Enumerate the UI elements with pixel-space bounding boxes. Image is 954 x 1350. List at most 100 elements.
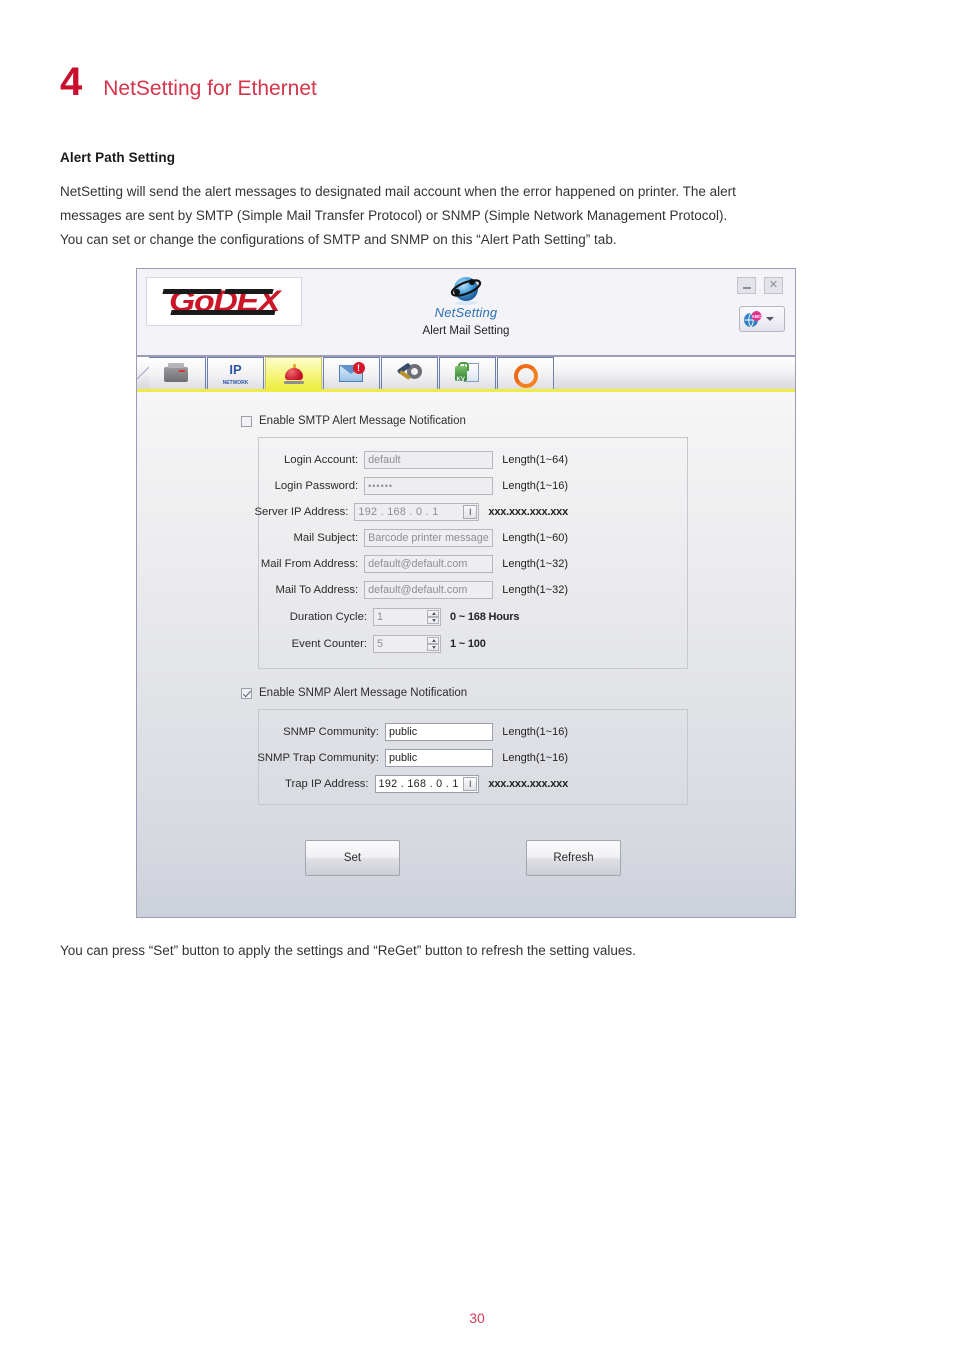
- trap-ip-input[interactable]: 192 . 168 . 0 . 1 I: [374, 774, 480, 793]
- duration-cycle-input[interactable]: 1: [373, 607, 441, 626]
- chapter-title: NetSetting for Ethernet: [103, 77, 317, 100]
- enable-snmp-checkbox[interactable]: [241, 687, 252, 699]
- godex-logo: GoDEX: [146, 277, 302, 326]
- chapter-heading: 4 NetSetting for Ethernet: [60, 62, 317, 102]
- alert-path-settings-pane: Enable SMTP Alert Message Notification L…: [137, 392, 795, 917]
- field-row-snmp-community: SNMP Community: public Length(1~16): [138, 722, 568, 741]
- tabs-row: IP NETWORK ! KV: [149, 357, 555, 389]
- event-counter-input[interactable]: 5: [373, 634, 441, 653]
- minimize-button[interactable]: [737, 277, 756, 294]
- key-icon-label: KV: [456, 376, 465, 383]
- login-password-input[interactable]: ••••••: [364, 476, 494, 495]
- tab-firmware-download[interactable]: [497, 357, 554, 389]
- snmp-trap-community-input[interactable]: public: [384, 748, 494, 767]
- mail-subject-label: Mail Subject:: [293, 531, 359, 544]
- brand-subtitle: Alert Mail Setting: [422, 325, 510, 337]
- login-account-label: Login Account:: [284, 453, 359, 466]
- field-row-login-account: Login Account: default Length(1~64): [138, 450, 568, 469]
- field-row-mail-to: Mail To Address: default@default.com Len…: [138, 580, 568, 599]
- ip-network-icon: IP NETWORK: [223, 361, 249, 386]
- mail-alert-badge: !: [352, 361, 365, 374]
- refresh-icon: [513, 363, 539, 388]
- intro-paragraph: NetSetting will send the alert messages …: [60, 180, 890, 252]
- chapter-number: 4: [60, 60, 82, 104]
- field-row-event-counter: Event Counter: 5 1 ~ 100: [138, 634, 568, 653]
- logo-decor-bar: [162, 289, 222, 294]
- logo-decor-bar: [224, 289, 274, 294]
- mail-from-hint: Length(1~32): [502, 557, 568, 570]
- mail-to-hint: Length(1~32): [502, 583, 568, 596]
- chevron-down-icon: [766, 317, 774, 321]
- mail-alert-icon: !: [338, 361, 365, 385]
- svg-text:ABC: ABC: [752, 314, 762, 319]
- snmp-trap-community-hint: Length(1~16): [502, 751, 568, 764]
- tab-user-command-key[interactable]: KV: [439, 357, 496, 389]
- enable-smtp-row[interactable]: Enable SMTP Alert Message Notification: [241, 415, 466, 427]
- app-header: GoDEX NetSetting Alert Mail Setting ✕ AB…: [137, 269, 795, 357]
- set-button[interactable]: Set: [305, 840, 400, 876]
- duration-cycle-stepper[interactable]: [427, 609, 439, 624]
- mail-to-input[interactable]: default@default.com: [364, 580, 494, 599]
- tab-ip-network-setting[interactable]: IP NETWORK: [207, 357, 264, 389]
- event-counter-stepper[interactable]: [427, 636, 439, 651]
- snmp-community-input[interactable]: public: [384, 722, 494, 741]
- lock-key-icon: KV: [454, 361, 481, 385]
- ip-icon-sublabel: NETWORK: [222, 379, 249, 386]
- enable-smtp-checkbox[interactable]: [241, 415, 252, 427]
- event-counter-hint: 1 ~ 100: [450, 637, 486, 650]
- paragraph-line-3: You can set or change the configurations…: [60, 232, 617, 247]
- duration-cycle-hint: 0 ~ 168 Hours: [450, 610, 520, 623]
- enable-smtp-label: Enable SMTP Alert Message Notification: [259, 415, 466, 427]
- enable-snmp-label: Enable SNMP Alert Message Notification: [259, 687, 468, 699]
- enable-snmp-row[interactable]: Enable SNMP Alert Message Notification: [241, 687, 467, 699]
- field-row-mail-subject: Mail Subject: Barcode printer message Le…: [138, 528, 568, 547]
- login-account-hint: Length(1~64): [502, 453, 568, 466]
- event-counter-label: Event Counter:: [291, 637, 367, 650]
- netsetting-globe-icon: [449, 273, 483, 307]
- page-number: 30: [469, 1310, 485, 1326]
- server-ip-picker-button[interactable]: I: [463, 504, 478, 519]
- duration-cycle-label: Duration Cycle:: [289, 610, 367, 623]
- mail-from-input[interactable]: default@default.com: [364, 554, 494, 573]
- field-row-login-password: Login Password: •••••• Length(1~16): [138, 476, 568, 495]
- close-button[interactable]: ✕: [764, 277, 783, 294]
- server-ip-input[interactable]: 192 . 168 . 0 . 1 I: [354, 502, 480, 521]
- trap-ip-value: 192 . 168 . 0 . 1: [378, 777, 459, 790]
- minimize-icon: [742, 287, 751, 289]
- tab-printer-tools[interactable]: [381, 357, 438, 389]
- tab-strip: IP NETWORK ! KV: [137, 357, 795, 392]
- tab-printer-configuration[interactable]: [149, 357, 206, 389]
- field-row-trap-ip: Trap IP Address: 192 . 168 . 0 . 1 I xxx…: [138, 774, 568, 793]
- snmp-field-group: SNMP Community: public Length(1~16) SNMP…: [257, 709, 688, 805]
- alarm-bell-icon: [281, 363, 307, 385]
- field-row-snmp-trap-community: SNMP Trap Community: public Length(1~16): [138, 748, 568, 767]
- netsetting-application-window: GoDEX NetSetting Alert Mail Setting ✕ AB…: [136, 268, 796, 918]
- snmp-community-label: SNMP Community:: [283, 725, 379, 738]
- language-selector-button[interactable]: ABC: [739, 306, 785, 332]
- printer-icon: [164, 362, 190, 385]
- paragraph-line-2: messages are sent by SMTP (Simple Mail T…: [60, 208, 728, 223]
- ip-icon-label: IP: [229, 361, 242, 377]
- mail-to-label: Mail To Address:: [275, 583, 359, 596]
- login-password-label: Login Password:: [274, 479, 359, 492]
- tab-alert-path-setting[interactable]: [265, 357, 322, 389]
- logo-decor-bar: [170, 310, 276, 315]
- server-ip-label: Server IP Address:: [254, 505, 349, 518]
- duration-cycle-value: 1: [377, 610, 384, 623]
- login-account-input[interactable]: default: [364, 450, 494, 469]
- login-password-hint: Length(1~16): [502, 479, 568, 492]
- mail-subject-input[interactable]: Barcode printer message: [364, 528, 494, 547]
- trap-ip-hint: xxx.xxx.xxx.xxx: [488, 777, 568, 790]
- section-heading: Alert Path Setting: [60, 150, 176, 165]
- tab-alert-mail-setting[interactable]: !: [323, 357, 380, 389]
- server-ip-hint: xxx.xxx.xxx.xxx: [488, 505, 568, 518]
- field-row-duration-cycle: Duration Cycle: 1 0 ~ 168 Hours: [138, 607, 568, 626]
- event-counter-value: 5: [377, 637, 384, 650]
- snmp-trap-community-label: SNMP Trap Community:: [257, 751, 379, 764]
- field-row-server-ip: Server IP Address: 192 . 168 . 0 . 1 I x…: [138, 502, 568, 521]
- refresh-button[interactable]: Refresh: [526, 840, 621, 876]
- wrench-gear-icon: [396, 361, 423, 385]
- mail-from-label: Mail From Address:: [260, 557, 359, 570]
- trap-ip-picker-button[interactable]: I: [463, 776, 478, 791]
- globe-abc-icon: ABC: [743, 310, 762, 329]
